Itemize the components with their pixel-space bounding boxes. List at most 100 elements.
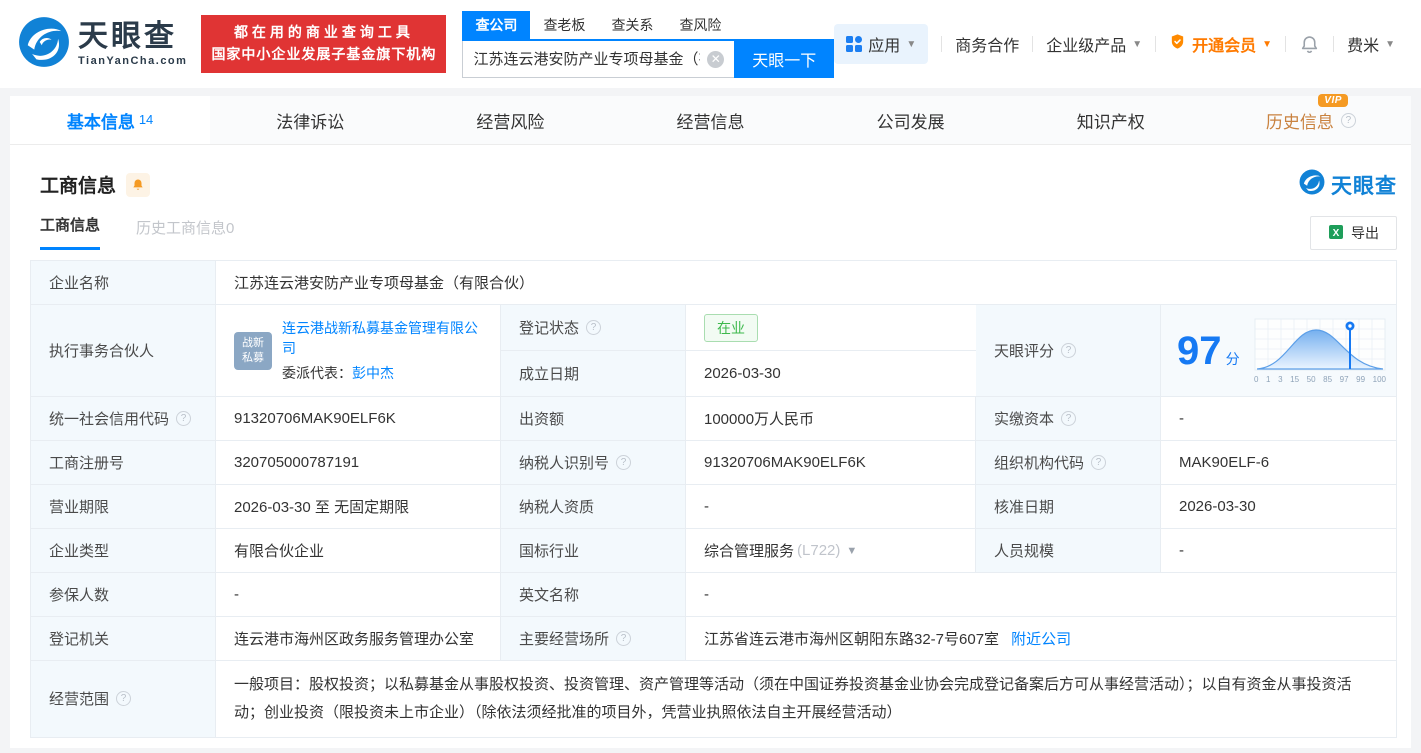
open-vip-menu[interactable]: 开通会员 ▼	[1169, 32, 1272, 56]
clear-search-icon[interactable]: ✕	[707, 50, 725, 68]
export-label: 导出	[1351, 225, 1379, 241]
search-area: 查公司 查老板 查关系 查风险 ✕ 天眼一下	[462, 10, 835, 78]
field-label-business-term: 营业期限	[31, 485, 216, 528]
search-input[interactable]	[462, 40, 735, 78]
help-icon[interactable]: ?	[116, 691, 132, 707]
score-axis-labels: 01 3 15 50 85 97 99 100	[1254, 374, 1386, 384]
industry-name: 综合管理服务	[704, 543, 795, 560]
field-label-taxpayer-id: 纳税人识别号?	[501, 441, 686, 484]
table-row: 成立日期 2026-03-30	[501, 351, 976, 396]
apps-label: 应用	[868, 38, 901, 55]
business-info-table: 企业名称 江苏连云港安防产业专项母基金（有限合伙） 执行事务合伙人 战新 私募 …	[30, 260, 1397, 738]
field-label-company-type: 企业类型	[31, 529, 216, 572]
field-label-credit-code: 统一社会信用代码?	[31, 397, 216, 440]
slogan-line2: 国家中小企业发展子基金旗下机构	[211, 46, 437, 62]
table-row: 工商注册号 320705000787191 纳税人识别号? 91320706MA…	[31, 441, 1396, 485]
help-icon[interactable]: ?	[1340, 112, 1356, 128]
help-icon[interactable]: ?	[1061, 343, 1077, 358]
help-icon[interactable]: ?	[616, 631, 632, 646]
field-label-industry: 国标行业	[501, 529, 686, 572]
tianyan-score-cell: 97 分 0 1 3 15 50 85 97 99 100	[1161, 305, 1396, 396]
vip-crown-icon	[1169, 33, 1186, 55]
apps-grid-icon	[846, 36, 863, 52]
excel-icon: X	[1328, 224, 1344, 243]
industry-expand-chevron-icon[interactable]: ▼	[846, 545, 857, 557]
brand-name: 天眼查	[1331, 174, 1397, 198]
approval-date-value: 2026-03-30	[1161, 485, 1396, 528]
user-menu[interactable]: 费米 ▼	[1347, 32, 1395, 56]
export-button[interactable]: X 导出	[1310, 216, 1397, 250]
divider	[1285, 36, 1287, 52]
tab-operation-info[interactable]: 经营信息	[610, 96, 810, 144]
section-brand-logo: 天眼查	[1299, 169, 1397, 200]
table-row: 统一社会信用代码? 91320706MAK90ELF6K 出资额 100000万…	[31, 397, 1396, 441]
delegate-rep-link[interactable]: 彭中杰	[352, 365, 394, 381]
enterprise-product-menu[interactable]: 企业级产品 ▼	[1046, 32, 1142, 56]
chevron-down-icon: ▼	[1132, 38, 1143, 50]
divider	[1333, 36, 1335, 52]
main-card: 基本信息 14 法律诉讼 经营风险 经营信息 公司发展 知识产权 历史信息 VI…	[10, 93, 1411, 748]
help-icon[interactable]: ?	[616, 455, 632, 470]
field-label-business-scope: 经营范围?	[31, 661, 216, 737]
business-cooperation-link[interactable]: 商务合作	[955, 32, 1019, 56]
tab-label: 经营风险	[476, 112, 545, 132]
tab-label: 公司发展	[876, 112, 945, 132]
field-label-reg-authority: 登记机关	[31, 617, 216, 660]
partner-avatar[interactable]: 战新 私募	[234, 331, 272, 370]
field-label-address: 主要经营场所?	[501, 617, 686, 660]
subtab-business-info[interactable]: 工商信息	[40, 214, 101, 250]
tab-label: 知识产权	[1076, 112, 1145, 132]
staff-size-value: -	[1161, 529, 1396, 572]
help-icon[interactable]: ?	[586, 320, 602, 335]
vip-badge: VIP	[1318, 93, 1348, 107]
tianyancha-logo[interactable]: 天眼查 TianYanCha.com	[18, 16, 187, 73]
top-header: 天眼查 TianYanCha.com 都在用的商业查询工具 国家中小企业发展子基…	[0, 0, 1421, 88]
search-tabs: 查公司 查老板 查关系 查风险	[462, 10, 835, 41]
avatar-text: 战新	[242, 336, 264, 349]
divider	[941, 36, 943, 52]
tab-basic-info[interactable]: 基本信息 14	[10, 96, 211, 144]
insured-count-value: -	[216, 573, 501, 616]
field-label-reg-number: 工商注册号	[31, 441, 216, 484]
table-row: 企业名称 江苏连云港安防产业专项母基金（有限合伙）	[31, 261, 1396, 305]
monitor-bell-icon[interactable]	[126, 172, 151, 197]
tab-intellectual-property[interactable]: 知识产权	[1011, 96, 1211, 144]
tab-legal-litigation[interactable]: 法律诉讼	[210, 96, 410, 144]
svg-text:X: X	[1333, 228, 1340, 239]
tab-company-development[interactable]: 公司发展	[811, 96, 1011, 144]
help-icon[interactable]: ?	[1091, 455, 1107, 470]
nearby-companies-link[interactable]: 附近公司	[1011, 628, 1071, 649]
field-label-english-name: 英文名称	[501, 573, 686, 616]
tianyancha-logo-icon	[18, 16, 70, 73]
field-label-taxpayer-quality: 纳税人资质	[501, 485, 686, 528]
field-label-registration-status: 登记状态 ?	[501, 305, 686, 350]
section-title: 工商信息	[40, 176, 117, 197]
notification-bell-icon[interactable]	[1299, 34, 1320, 55]
logo-domain: TianYanCha.com	[78, 54, 188, 67]
enterprise-product-label: 企业级产品	[1046, 38, 1127, 55]
field-label-org-code: 组织机构代码?	[976, 441, 1161, 484]
table-row: 登记状态 ? 在业	[501, 305, 976, 351]
search-tab-boss[interactable]: 查老板	[530, 11, 598, 39]
logo-title: 天眼查	[78, 19, 177, 53]
search-tab-relation[interactable]: 查关系	[598, 11, 666, 39]
help-icon[interactable]: ?	[1061, 411, 1077, 426]
tab-operation-risk[interactable]: 经营风险	[410, 96, 610, 144]
partner-company-link[interactable]: 连云港战新私募基金管理有限公司	[282, 318, 486, 359]
table-row: 登记机关 连云港市海州区政务服务管理办公室 主要经营场所? 江苏省连云港市海州区…	[31, 617, 1396, 661]
top-nav: 应用 ▼ 商务合作 企业级产品 ▼ 开通会员 ▼ 费米 ▼	[834, 24, 1395, 64]
subtab-history-business-info[interactable]: 历史工商信息0	[136, 217, 234, 250]
search-button[interactable]: 天眼一下	[734, 40, 835, 78]
taxpayer-id-value: 91320706MAK90ELF6K	[686, 441, 976, 484]
search-tab-company[interactable]: 查公司	[462, 10, 531, 39]
open-vip-label: 开通会员	[1192, 38, 1257, 55]
tianyancha-logo-icon	[1299, 169, 1325, 200]
username-label: 费米	[1347, 38, 1380, 55]
tab-label: 历史信息	[1265, 112, 1334, 132]
apps-menu[interactable]: 应用 ▼	[834, 24, 929, 64]
tab-history-info[interactable]: 历史信息 VIP ?	[1211, 93, 1411, 144]
search-tab-risk[interactable]: 查风险	[666, 11, 734, 39]
help-icon[interactable]: ?	[176, 411, 192, 426]
slogan-line1: 都在用的商业查询工具	[233, 24, 414, 41]
industry-code: (L722)	[797, 542, 841, 559]
